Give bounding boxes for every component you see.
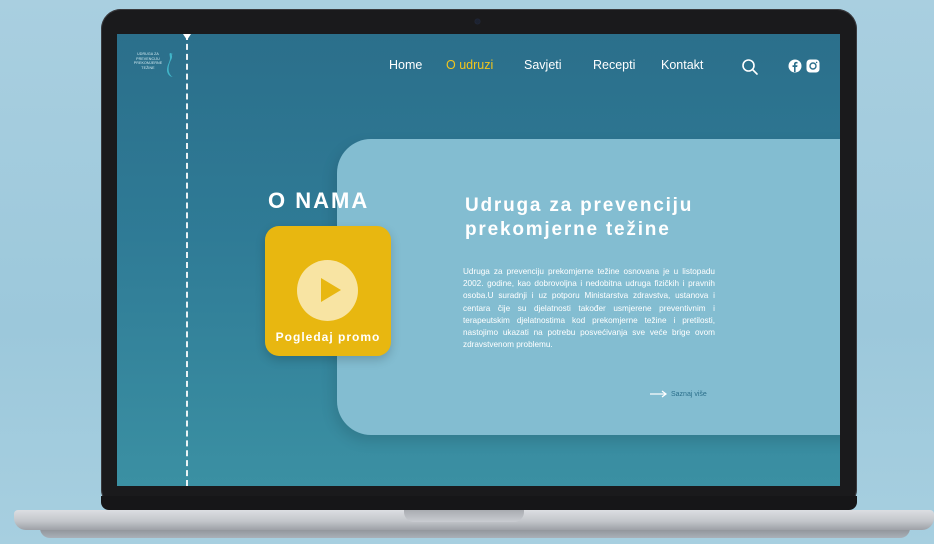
nav-item-savjeti[interactable]: Savjeti bbox=[524, 58, 562, 76]
nav-item-home[interactable]: Home bbox=[389, 58, 422, 76]
promo-label: Pogledaj promo bbox=[275, 330, 381, 344]
arrow-right-icon bbox=[650, 390, 667, 398]
search-icon[interactable] bbox=[741, 58, 759, 76]
about-heading-line: Udruga za prevenciju bbox=[465, 195, 694, 216]
read-more-label: Saznaj više bbox=[671, 390, 707, 398]
nav-item-kontakt[interactable]: Kontakt bbox=[661, 58, 703, 76]
timeline-marker-icon bbox=[183, 34, 191, 40]
nav-item-recepti[interactable]: Recepti bbox=[593, 58, 635, 76]
logo-line: TEŽINE bbox=[141, 65, 155, 70]
about-heading-line: prekomjerne težine bbox=[465, 219, 671, 240]
laptop-notch bbox=[404, 510, 524, 522]
instagram-icon[interactable] bbox=[806, 59, 820, 73]
laptop-bezel bbox=[101, 496, 857, 510]
site-logo[interactable]: UDRUGA ZA PREVENCIJU PREKOMJERNE TEŽINE bbox=[131, 50, 181, 82]
promo-video-button[interactable]: Pogledaj promo bbox=[265, 226, 391, 356]
website-screen: UDRUGA ZA PREVENCIJU PREKOMJERNE TEŽINE … bbox=[117, 34, 840, 486]
play-button[interactable] bbox=[297, 260, 358, 321]
read-more-link[interactable]: Saznaj više bbox=[650, 390, 707, 402]
about-heading: Udruga za prevenciju prekomjerne težine bbox=[465, 194, 765, 242]
section-title: O NAMA bbox=[268, 188, 370, 213]
nav-item-o-udruzi[interactable]: O udruzi bbox=[446, 58, 493, 76]
heron-logo-icon bbox=[167, 53, 173, 77]
timeline-divider bbox=[186, 34, 188, 486]
about-text: Udruga za prevenciju prekomjerne težine … bbox=[463, 267, 715, 350]
logo-text: UDRUGA ZA PREVENCIJU PREKOMJERNE TEŽINE bbox=[131, 52, 165, 70]
play-icon bbox=[321, 278, 341, 302]
facebook-icon[interactable] bbox=[788, 59, 802, 73]
camera-icon bbox=[475, 19, 480, 24]
